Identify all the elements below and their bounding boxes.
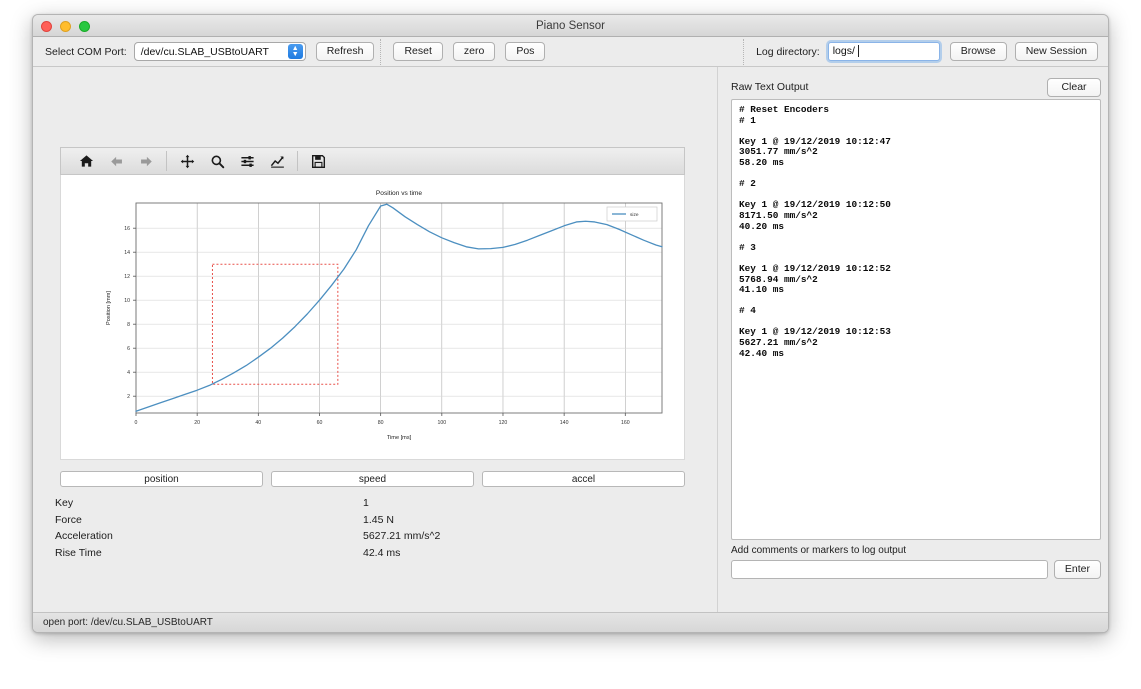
svg-text:160: 160 — [621, 420, 630, 426]
raw-output-pane: Raw Text Output Clear # Reset Encoders #… — [722, 67, 1108, 632]
svg-text:4: 4 — [127, 370, 130, 376]
readout-row: Rise Time 42.4 ms — [55, 545, 685, 562]
toolbar-divider-1 — [380, 38, 382, 65]
forward-arrow-icon[interactable] — [131, 148, 161, 174]
readout-key: Rise Time — [55, 546, 102, 559]
comment-row: Enter — [731, 560, 1101, 579]
svg-text:12: 12 — [124, 274, 130, 280]
status-bar: open port: /dev/cu.SLAB_USBtoUART — [33, 612, 1108, 632]
svg-text:40: 40 — [255, 420, 261, 426]
main-content: 0 20 40 60 80 100 120 140 160 2 4 6 8 10 12 14 16 Positio… — [33, 67, 1108, 632]
toolbar-divider-b — [297, 151, 298, 171]
svg-text:20: 20 — [194, 420, 200, 426]
measurement-readout: Key 1 Force 1.45 N Acceleration 5627.21 mm/s^… — [55, 495, 685, 561]
refresh-button[interactable]: Refresh — [315, 42, 375, 61]
svg-text:80: 80 — [378, 420, 384, 426]
raw-output-console[interactable]: # Reset Encoders # 1 Key 1 @ 19/12/2019 … — [731, 99, 1101, 540]
log-directory-label: Log directory: — [756, 45, 820, 58]
close-window-button[interactable] — [41, 21, 52, 32]
pos-button[interactable]: Pos — [505, 42, 546, 61]
readout-row: Key 1 — [55, 495, 685, 512]
clear-button[interactable]: Clear — [1047, 77, 1101, 97]
com-port-label: Select COM Port: — [45, 45, 127, 58]
log-directory-value: logs/ — [832, 45, 855, 57]
status-text: open port: /dev/cu.SLAB_USBtoUART — [43, 617, 213, 628]
readout-value: 42.4 ms — [363, 546, 401, 559]
home-icon[interactable] — [71, 148, 101, 174]
readout-key: Key — [55, 497, 74, 510]
edit-axis-curve-icon[interactable] — [262, 148, 292, 174]
pan-move-icon[interactable] — [172, 148, 202, 174]
window-titlebar[interactable]: Piano Sensor — [33, 15, 1108, 37]
window-controls[interactable] — [41, 21, 90, 32]
plot-pane: 0 20 40 60 80 100 120 140 160 2 4 6 8 10 12 14 16 Positio… — [33, 67, 714, 632]
new-session-button[interactable]: New Session — [1014, 42, 1098, 61]
com-port-value: /dev/cu.SLAB_USBtoUART — [140, 45, 269, 58]
window-title: Piano Sensor — [535, 20, 606, 32]
svg-text:2: 2 — [127, 394, 130, 400]
minimize-window-button[interactable] — [60, 21, 71, 32]
readout-row: Acceleration 5627.21 mm/s^2 — [55, 528, 685, 545]
svg-text:14: 14 — [124, 250, 130, 256]
enter-button[interactable]: Enter — [1053, 560, 1101, 579]
application-window: Piano Sensor Select COM Port: /dev/cu.SL… — [32, 14, 1109, 633]
raw-output-title: Raw Text Output — [731, 81, 809, 93]
svg-text:60: 60 — [317, 420, 323, 426]
svg-text:Position [mm]: Position [mm] — [106, 291, 112, 325]
comment-label: Add comments or markers to log output — [731, 545, 907, 556]
readout-value: 1 — [363, 497, 369, 510]
configure-subplots-icon[interactable] — [232, 148, 262, 174]
save-floppy-icon[interactable] — [303, 148, 333, 174]
toolbar-divider-2 — [743, 38, 745, 65]
com-port-select[interactable]: /dev/cu.SLAB_USBtoUART ▲ ▼ — [133, 42, 306, 61]
svg-text:100: 100 — [437, 420, 446, 426]
readout-value: 1.45 N — [363, 513, 394, 526]
reset-button[interactable]: Reset — [393, 42, 443, 61]
log-directory-input[interactable]: logs/ — [827, 42, 940, 61]
back-arrow-icon[interactable] — [101, 148, 131, 174]
zoom-magnifier-icon[interactable] — [202, 148, 232, 174]
svg-text:10: 10 — [124, 298, 130, 304]
maximize-window-button[interactable] — [79, 21, 90, 32]
svg-text:size: size — [630, 212, 639, 218]
accel-mode-button[interactable]: accel — [482, 471, 685, 487]
readout-value: 5627.21 mm/s^2 — [363, 530, 441, 543]
raw-output-header: Raw Text Output Clear — [731, 77, 1101, 97]
svg-text:Time [ms]: Time [ms] — [387, 435, 412, 441]
position-vs-time-chart[interactable]: 0 20 40 60 80 100 120 140 160 2 4 6 8 10 12 14 16 Positio… — [61, 175, 684, 458]
svg-text:8: 8 — [127, 322, 130, 328]
speed-mode-button[interactable]: speed — [271, 471, 474, 487]
svg-text:6: 6 — [127, 346, 130, 352]
position-mode-button[interactable]: position — [60, 471, 263, 487]
svg-text:Position vs time: Position vs time — [376, 190, 423, 197]
browse-button[interactable]: Browse — [949, 42, 1007, 61]
toolbar-divider-a — [166, 151, 167, 171]
matplotlib-navigation-toolbar — [60, 147, 685, 175]
svg-text:140: 140 — [560, 420, 569, 426]
plot-canvas[interactable]: 0 20 40 60 80 100 120 140 160 2 4 6 8 10 12 14 16 Positio… — [60, 175, 685, 460]
pane-splitter[interactable] — [714, 67, 722, 632]
svg-text:0: 0 — [135, 420, 138, 426]
readout-key: Acceleration — [55, 530, 113, 543]
chevron-updown-icon: ▲ ▼ — [287, 44, 303, 59]
top-toolbar: Select COM Port: /dev/cu.SLAB_USBtoUART … — [33, 37, 1108, 67]
plot-mode-buttons: position speed accel — [60, 471, 685, 487]
readout-key: Force — [55, 513, 82, 526]
desktop-background: Piano Sensor Select COM Port: /dev/cu.SL… — [0, 0, 1141, 689]
readout-row: Force 1.45 N — [55, 512, 685, 529]
svg-text:120: 120 — [499, 420, 508, 426]
svg-text:16: 16 — [124, 226, 130, 232]
zero-button[interactable]: zero — [452, 42, 496, 61]
comment-input[interactable] — [731, 560, 1048, 579]
